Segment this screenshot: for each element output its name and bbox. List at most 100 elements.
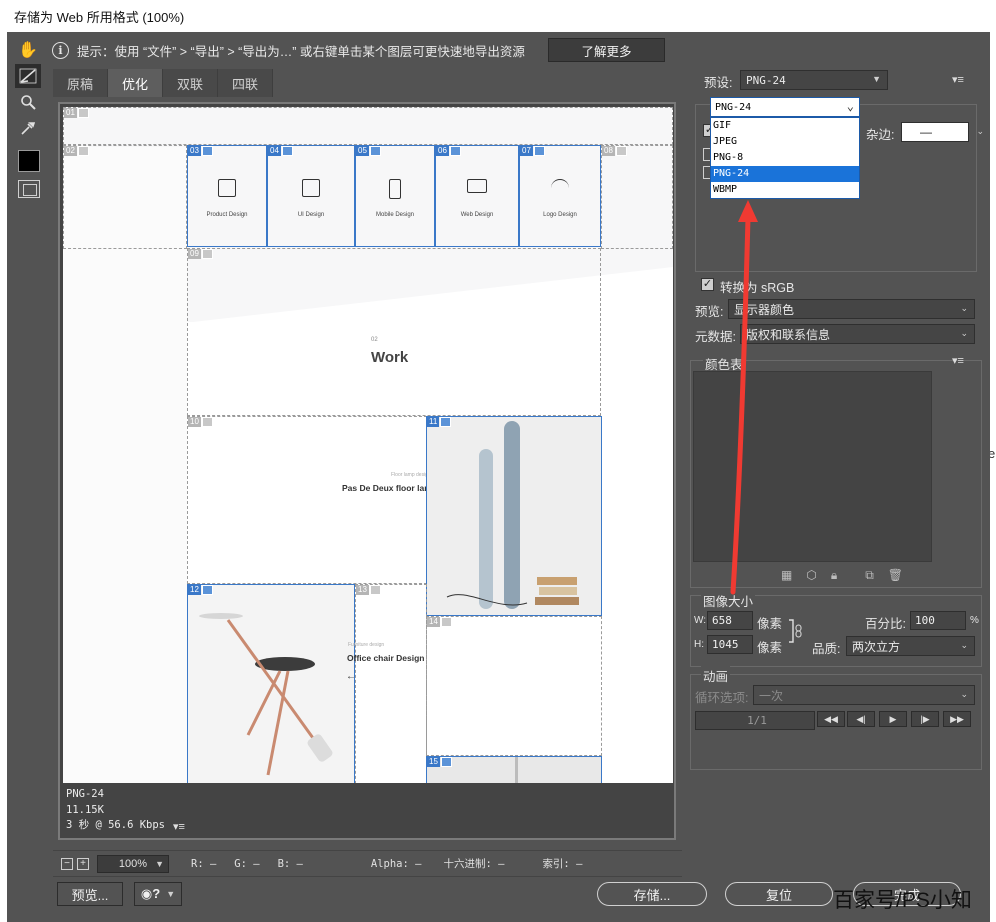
format-select-value: PNG-24 bbox=[715, 101, 752, 113]
previous-frame-button[interactable]: ◀| bbox=[847, 711, 875, 727]
slice-image-icon bbox=[77, 146, 89, 156]
watermark-text: 百家号/PS小知 bbox=[833, 889, 972, 912]
chevron-down-icon: ⌄ bbox=[846, 99, 854, 113]
chevron-down-icon: ⌄ bbox=[960, 689, 968, 699]
quality-value: 两次立方 bbox=[852, 639, 901, 654]
format-select[interactable]: PNG-24 ⌄ bbox=[710, 97, 860, 117]
section-number: 02 bbox=[371, 337, 378, 343]
web-snap-icon[interactable]: ▦ bbox=[781, 568, 792, 583]
last-frame-button[interactable]: ▶▶ bbox=[943, 711, 971, 727]
toggle-slices-icon[interactable] bbox=[18, 180, 40, 198]
quality-select[interactable]: 两次立方 ⌄ bbox=[846, 636, 975, 656]
left-arrow-icon: ← bbox=[346, 671, 356, 682]
slice-10[interactable]: 10 bbox=[187, 416, 427, 584]
slice-11[interactable]: 11 bbox=[426, 416, 602, 616]
hand-icon[interactable]: ✋ bbox=[15, 38, 41, 62]
constrain-proportions-link-icon[interactable] bbox=[788, 618, 804, 644]
format-readout: PNG-24 bbox=[66, 788, 104, 800]
slice-image-icon bbox=[449, 146, 461, 156]
card-label: Mobile Design bbox=[375, 212, 415, 218]
width-label: W: bbox=[694, 615, 707, 626]
slice-select-icon[interactable] bbox=[15, 64, 41, 88]
color-table-menu-icon[interactable]: ▾≡ bbox=[952, 354, 964, 367]
hint-text: 提示：使用 “文件” > “导出” > “导出为…” 或右键单击某个图层可更快速… bbox=[77, 44, 525, 59]
tab-optimized[interactable]: 优化 bbox=[108, 69, 164, 97]
slice-08[interactable]: 08 bbox=[601, 145, 673, 249]
vase-image bbox=[515, 757, 518, 783]
lock-icon[interactable]: 🔒︎ bbox=[831, 568, 837, 583]
eyedropper-icon[interactable] bbox=[15, 116, 41, 140]
percent-input[interactable]: 100 bbox=[910, 611, 966, 630]
slice-01[interactable]: 01 bbox=[63, 107, 673, 145]
width-input[interactable]: 658 bbox=[707, 611, 753, 630]
eyedropper-color-swatch[interactable] bbox=[18, 150, 40, 172]
help-button[interactable]: ◉? ▼ bbox=[134, 882, 182, 906]
mobile-design-icon bbox=[389, 179, 401, 199]
metadata-select[interactable]: 版权和联系信息 ⌄ bbox=[740, 324, 975, 344]
tab-4-up[interactable]: 四联 bbox=[218, 69, 274, 97]
slice-05[interactable]: 05 Mobile Design bbox=[355, 145, 435, 247]
chevron-down-icon: ▼ bbox=[872, 74, 881, 84]
tab-original[interactable]: 原稿 bbox=[53, 69, 109, 97]
format-option-gif[interactable]: GIF bbox=[711, 118, 859, 134]
quality-label: 品质: bbox=[812, 642, 841, 656]
first-frame-button[interactable]: ◀◀ bbox=[817, 711, 845, 727]
preview-image[interactable]: 01 02 03 Product Design 04 UI Design 05 … bbox=[63, 107, 673, 783]
file-size-readout: 11.15K bbox=[66, 803, 104, 816]
slice-15[interactable]: 15 bbox=[426, 756, 602, 783]
tab-2-up[interactable]: 双联 bbox=[163, 69, 219, 97]
slice-number: 07 bbox=[520, 146, 533, 156]
slice-number: 01 bbox=[64, 108, 77, 118]
slice-number: 03 bbox=[188, 146, 201, 156]
save-button[interactable]: 存储... bbox=[597, 882, 707, 906]
slice-09[interactable]: 09 bbox=[187, 248, 601, 416]
height-input[interactable]: 1045 bbox=[707, 635, 753, 654]
card-label: Web Design bbox=[460, 212, 494, 218]
slice-03[interactable]: 03 Product Design bbox=[187, 145, 267, 247]
width-unit: 像素 bbox=[757, 617, 783, 631]
preset-menu-icon[interactable]: ▾≡ bbox=[952, 73, 964, 86]
matte-value: — bbox=[920, 125, 932, 139]
card-label: Logo Design bbox=[543, 212, 577, 218]
zoom-out-button[interactable]: − bbox=[61, 857, 73, 870]
metadata-label: 元数据: bbox=[695, 330, 736, 344]
zoom-in-button[interactable]: + bbox=[77, 857, 89, 870]
slice-12[interactable]: 12 bbox=[187, 584, 355, 783]
loop-select[interactable]: 一次 ⌄ bbox=[753, 685, 975, 705]
matte-select[interactable]: — ⌄ bbox=[901, 122, 984, 142]
learn-more-button[interactable]: 了解更多 bbox=[548, 38, 665, 62]
slice-image-icon bbox=[201, 417, 213, 427]
slice-02[interactable]: 02 bbox=[63, 145, 187, 249]
format-option-wbmp[interactable]: WBMP bbox=[711, 182, 859, 198]
zoom-icon[interactable] bbox=[15, 90, 41, 114]
convert-srgb-checkbox[interactable]: ✓ bbox=[701, 278, 714, 291]
new-color-icon[interactable]: ⧉ bbox=[865, 568, 874, 583]
format-option-png24[interactable]: PNG-24 bbox=[711, 166, 859, 182]
trash-icon[interactable]: 🗑︎ bbox=[888, 568, 903, 583]
slice-14[interactable]: 14 bbox=[426, 616, 602, 756]
slice-number: 08 bbox=[602, 146, 615, 156]
preview-select[interactable]: 显示器颜色 ⌄ bbox=[728, 299, 975, 319]
slice-07[interactable]: 07 Logo Design bbox=[519, 145, 601, 247]
slice-13[interactable]: 13 bbox=[355, 584, 427, 783]
slice-number: 02 bbox=[64, 146, 77, 156]
format-option-png8[interactable]: PNG-8 bbox=[711, 150, 859, 166]
download-speed-menu-icon[interactable]: ▾≡ bbox=[173, 820, 185, 833]
card-label: UI Design bbox=[297, 212, 325, 218]
format-option-jpeg[interactable]: JPEG bbox=[711, 134, 859, 150]
reset-button[interactable]: 复位 bbox=[725, 882, 833, 906]
chevron-down-icon: ⌄ bbox=[960, 640, 968, 650]
slice-image-icon bbox=[281, 146, 293, 156]
preset-select[interactable]: PNG-24 ▼ bbox=[740, 70, 888, 90]
slice-04[interactable]: 04 UI Design bbox=[267, 145, 355, 247]
info-icon: i bbox=[52, 41, 69, 59]
next-frame-button[interactable]: |▶ bbox=[911, 711, 939, 727]
cube-icon[interactable]: ⬡ bbox=[806, 568, 816, 583]
preview-button[interactable]: 预览... bbox=[57, 882, 123, 906]
play-button[interactable]: ▶ bbox=[879, 711, 907, 727]
color-table[interactable] bbox=[693, 371, 932, 562]
slice-image-icon bbox=[440, 617, 452, 627]
zoom-level-select[interactable]: 100% ▼ bbox=[97, 854, 169, 873]
format-dropdown-list: GIF JPEG PNG-8 PNG-24 WBMP bbox=[710, 117, 860, 199]
slice-06[interactable]: 06 Web Design bbox=[435, 145, 519, 247]
